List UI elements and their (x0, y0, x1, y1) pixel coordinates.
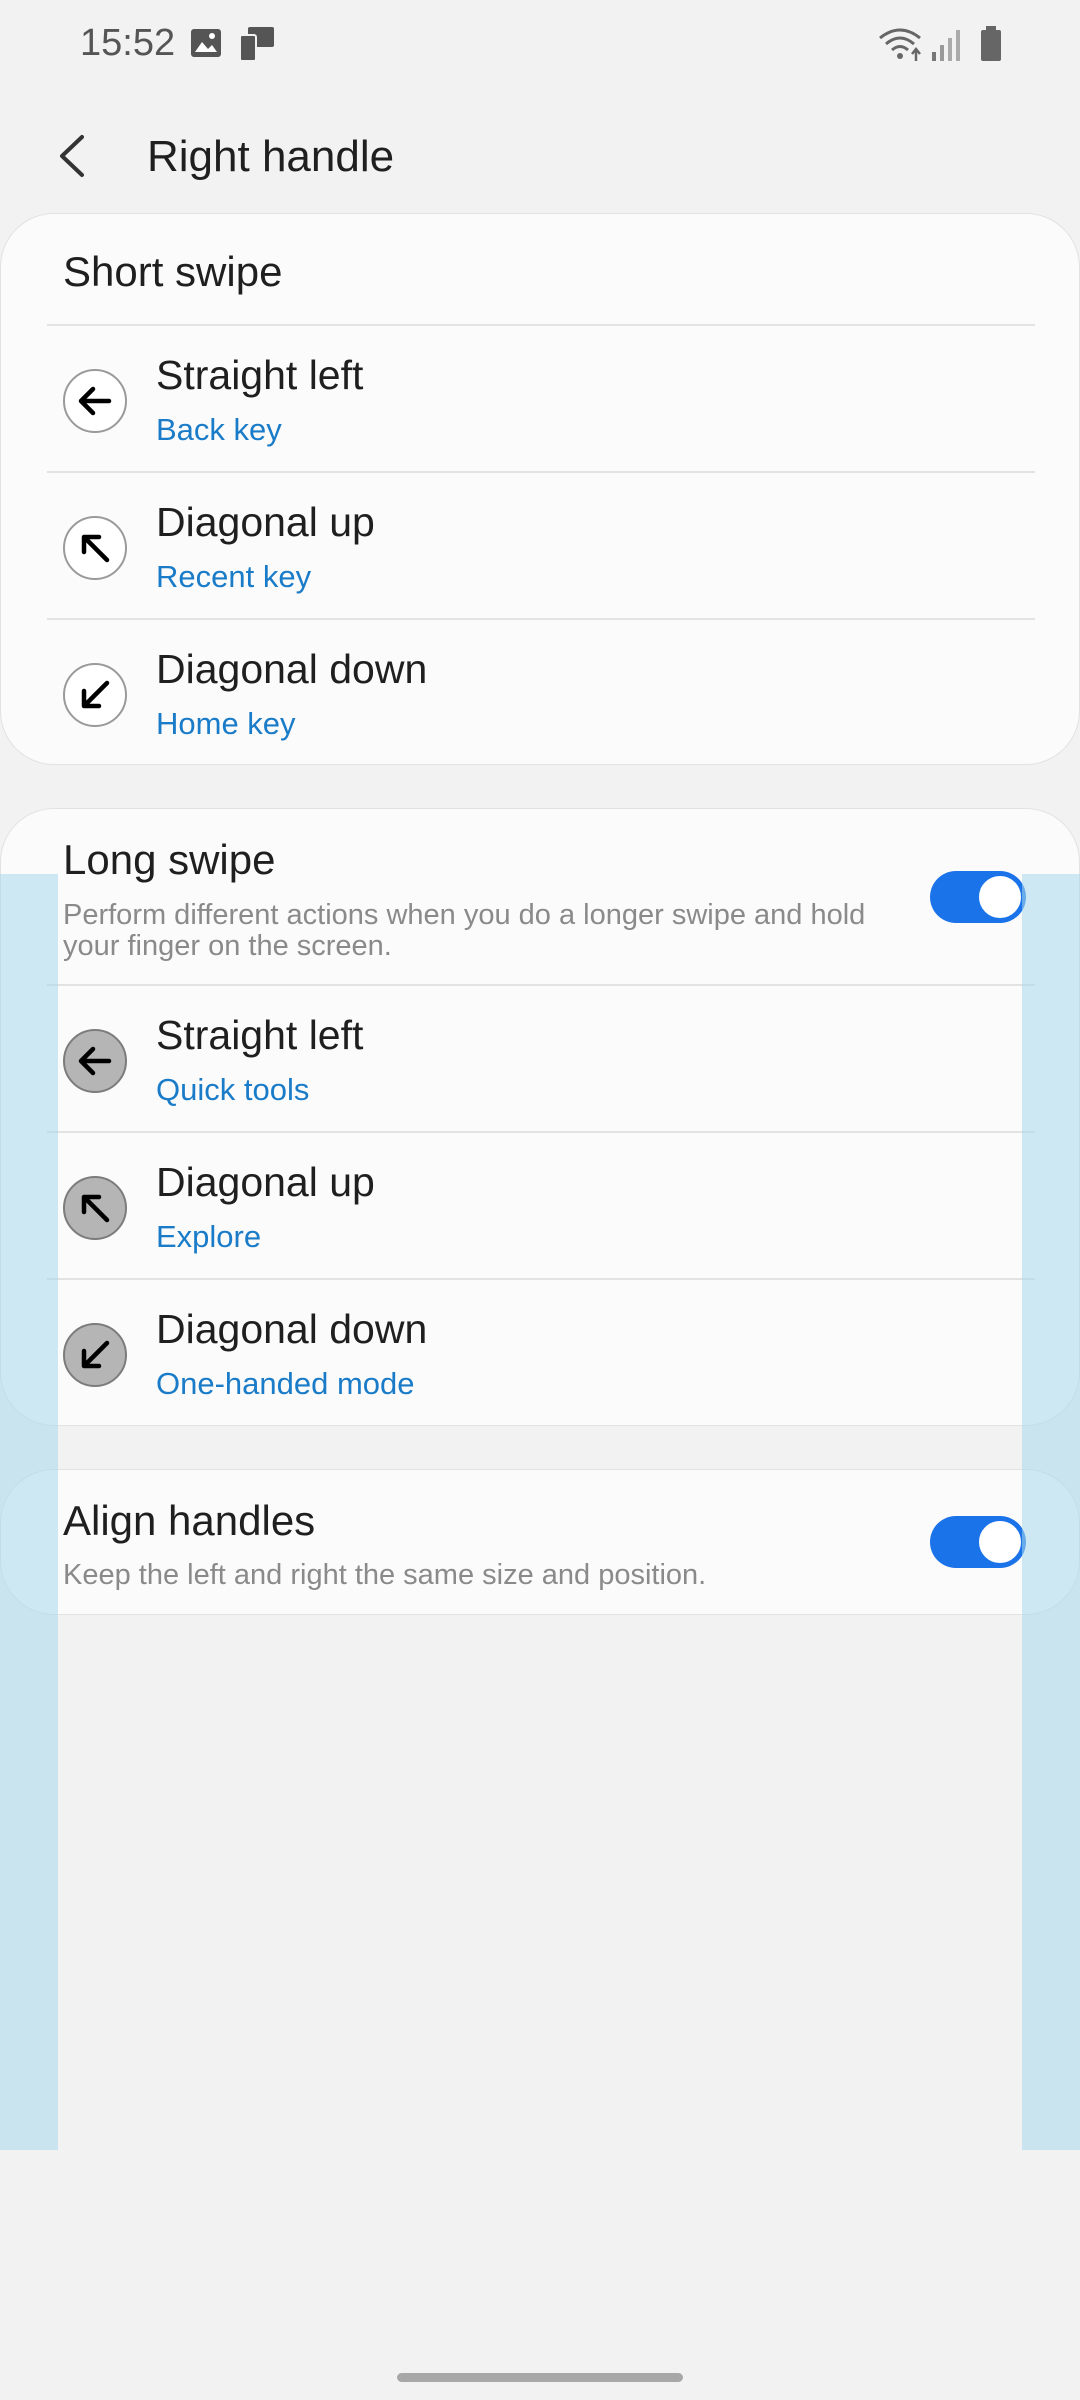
item-title: Diagonal up (156, 1159, 375, 1205)
left-handle-overlay (0, 874, 58, 2150)
long-swipe-straight-left-item[interactable]: Straight left Quick tools (1, 986, 1079, 1132)
status-time: 15:52 (80, 22, 176, 64)
arrow-left-icon (63, 369, 127, 433)
item-value: Back key (156, 412, 282, 447)
short-swipe-diagonal-up-item[interactable]: Diagonal up Recent key (1, 473, 1079, 619)
app-header: Right handle (0, 92, 1080, 222)
arrow-down-left-icon (63, 663, 127, 727)
item-value: Recent key (156, 559, 312, 594)
chevron-left-icon (60, 135, 84, 177)
short-swipe-title: Short swipe (63, 248, 283, 295)
item-title: Diagonal down (156, 1306, 428, 1352)
toggle-knob (976, 1518, 1024, 1566)
toggle-knob (976, 873, 1024, 921)
arrow-down-left-icon (63, 1323, 127, 1387)
short-swipe-straight-left-item[interactable]: Straight left Back key (1, 326, 1079, 472)
long-swipe-diagonal-down-item[interactable]: Diagonal down One-handed mode (1, 1280, 1079, 1425)
item-value: One-handed mode (156, 1366, 415, 1401)
back-button[interactable] (44, 110, 100, 202)
align-handles-title: Align handles (63, 1497, 316, 1544)
home-indicator[interactable] (397, 2373, 683, 2382)
long-swipe-card: Long swipe Perform different actions whe… (0, 808, 1080, 1426)
signal-icon (930, 28, 962, 67)
item-value: Home key (156, 706, 296, 741)
long-swipe-description: Perform different actions when you do a … (63, 899, 866, 962)
short-swipe-card: Short swipe Straight left Back key Diago… (0, 213, 1080, 765)
item-title: Diagonal up (156, 499, 375, 545)
long-swipe-title: Long swipe (63, 836, 276, 883)
image-icon (190, 28, 222, 63)
wifi-icon (878, 26, 922, 67)
align-handles-description: Keep the left and right the same size an… (63, 1559, 707, 1591)
arrow-left-icon (63, 1029, 127, 1093)
item-value: Explore (156, 1219, 262, 1254)
status-bar: 15:52 (0, 0, 1080, 92)
item-title: Straight left (156, 1012, 364, 1058)
align-handles-card[interactable]: Align handles Keep the left and right th… (0, 1469, 1080, 1615)
long-swipe-toggle[interactable] (930, 871, 1026, 923)
device-icon (238, 26, 276, 67)
battery-icon (980, 26, 1002, 67)
long-swipe-diagonal-up-item[interactable]: Diagonal up Explore (1, 1133, 1079, 1279)
item-title: Diagonal down (156, 646, 428, 692)
item-title: Straight left (156, 352, 364, 398)
align-handles-toggle[interactable] (930, 1516, 1026, 1568)
short-swipe-diagonal-down-item[interactable]: Diagonal down Home key (1, 620, 1079, 764)
page-title: Right handle (147, 132, 395, 181)
arrow-up-left-icon (63, 1176, 127, 1240)
arrow-up-left-icon (63, 516, 127, 580)
right-handle-overlay[interactable] (1022, 874, 1080, 2150)
item-value: Quick tools (156, 1072, 310, 1107)
